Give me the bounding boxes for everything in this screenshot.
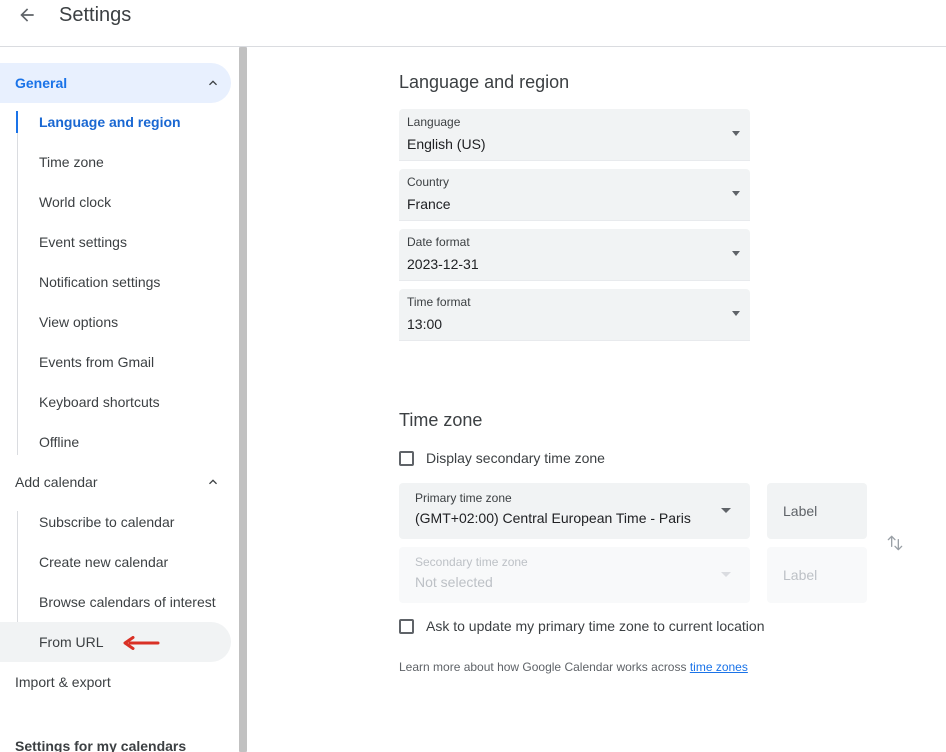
sidebar-item-label: View options — [39, 314, 119, 330]
dropdown-caret-icon — [732, 311, 740, 316]
primary-label-input[interactable]: Label — [767, 483, 867, 539]
field-label: Time format — [407, 295, 471, 309]
field-value: English (US) — [407, 136, 486, 152]
time-zones-link[interactable]: time zones — [690, 660, 748, 674]
sidebar-item-create-new-calendar[interactable]: Create new calendar — [0, 542, 231, 582]
sidebar-item-browse-calendars[interactable]: Browse calendars of interest — [0, 582, 231, 622]
arrow-back-icon — [20, 8, 34, 22]
sidebar-item-label: World clock — [39, 194, 112, 210]
sidebar-item-notification-settings[interactable]: Notification settings — [0, 262, 231, 302]
sidebar-item-event-settings[interactable]: Event settings — [0, 222, 231, 262]
input-placeholder: Label — [783, 503, 818, 519]
dropdown-caret-icon — [732, 251, 740, 256]
language-select[interactable]: Language English (US) — [399, 109, 750, 161]
chevron-up-icon — [209, 479, 217, 485]
sidebar-item-label: Events from Gmail — [39, 354, 155, 370]
red-arrow-annotation-icon — [123, 636, 160, 650]
sidebar-section-general[interactable]: General — [0, 63, 231, 103]
checkbox-label: Ask to update my primary time zone to cu… — [426, 618, 765, 634]
sidebar-section-add-calendar[interactable]: Add calendar — [0, 462, 231, 502]
sidebar-item-keyboard-shortcuts[interactable]: Keyboard shortcuts — [0, 382, 231, 422]
dropdown-caret-icon — [721, 572, 731, 577]
field-label: Language — [407, 115, 461, 129]
sidebar-item-label: Subscribe to calendar — [39, 514, 175, 530]
time-format-select[interactable]: Time format 13:00 — [399, 289, 750, 341]
secondary-time-zone-select: Secondary time zone Not selected — [399, 547, 750, 603]
sidebar-item-label: Language and region — [39, 114, 181, 130]
back-button[interactable] — [14, 2, 40, 28]
sidebar-scrollbar[interactable] — [239, 47, 247, 752]
sidebar-item-label: Time zone — [39, 154, 104, 170]
learn-more-text: Learn more about how Google Calendar wor… — [399, 660, 748, 674]
country-select[interactable]: Country France — [399, 169, 750, 221]
sidebar-section-settings-for-my-calendars: Settings for my calendars — [15, 738, 187, 752]
sidebar-item-from-url[interactable]: From URL — [0, 622, 231, 662]
checkbox-label: Display secondary time zone — [426, 450, 605, 466]
sidebar-item-label: Browse calendars of interest — [39, 594, 216, 610]
display-secondary-time-zone-checkbox[interactable]: Display secondary time zone — [399, 448, 605, 468]
field-label: Secondary time zone — [415, 555, 528, 569]
sidebar-item-events-from-gmail[interactable]: Events from Gmail — [0, 342, 231, 382]
dropdown-caret-icon — [721, 508, 731, 513]
field-value: France — [407, 196, 451, 212]
sidebar-item-label: Create new calendar — [39, 554, 169, 570]
scrollbar-thumb[interactable] — [239, 47, 247, 752]
sidebar-item-language-and-region[interactable]: Language and region — [0, 102, 231, 142]
primary-time-zone-select[interactable]: Primary time zone (GMT+02:00) Central Eu… — [399, 483, 750, 539]
sidebar-item-label: From URL — [39, 634, 104, 650]
date-format-select[interactable]: Date format 2023-12-31 — [399, 229, 750, 281]
learn-more-prefix: Learn more about how Google Calendar wor… — [399, 660, 690, 674]
sidebar-item-time-zone[interactable]: Time zone — [0, 142, 231, 182]
sidebar-item-label: Event settings — [39, 234, 127, 250]
sidebar-item-import-export[interactable]: Import & export — [0, 662, 231, 702]
sidebar-item-offline[interactable]: Offline — [0, 422, 231, 462]
secondary-label-input: Label — [767, 547, 867, 603]
field-value: (GMT+02:00) Central European Time - Pari… — [415, 510, 691, 526]
section-heading-time-zone: Time zone — [399, 410, 483, 430]
swap-vertical-icon — [887, 535, 903, 551]
top-bar: Settings — [0, 0, 946, 47]
checkbox-box[interactable] — [399, 618, 414, 634]
sidebar-item-label: Keyboard shortcuts — [39, 394, 160, 410]
field-value: Not selected — [415, 574, 493, 590]
sidebar-item-view-options[interactable]: View options — [0, 302, 231, 342]
sidebar-item-subscribe-to-calendar[interactable]: Subscribe to calendar — [0, 502, 231, 542]
dropdown-caret-icon — [732, 131, 740, 136]
field-label: Primary time zone — [415, 491, 512, 505]
ask-update-time-zone-checkbox[interactable]: Ask to update my primary time zone to cu… — [399, 616, 764, 636]
input-placeholder: Label — [783, 567, 818, 583]
section-heading-language-region: Language and region — [399, 72, 570, 92]
sidebar-item-label: Import & export — [15, 674, 111, 690]
chevron-up-icon — [209, 80, 217, 86]
settings-sidebar: General Language and region Time zone Wo… — [0, 47, 238, 752]
sidebar-section-label: Add calendar — [15, 474, 98, 490]
sidebar-item-label: Notification settings — [39, 274, 161, 290]
field-value: 13:00 — [407, 316, 443, 332]
sidebar-section-label: General — [15, 75, 68, 91]
dropdown-caret-icon — [732, 191, 740, 196]
sidebar-item-label: Offline — [39, 434, 80, 450]
page-title: Settings — [59, 4, 132, 26]
swap-time-zones-button[interactable] — [883, 531, 907, 555]
field-value: 2023-12-31 — [407, 256, 479, 272]
field-label: Date format — [407, 235, 470, 249]
field-label: Country — [407, 175, 450, 189]
checkbox-box[interactable] — [399, 450, 414, 466]
sidebar-item-world-clock[interactable]: World clock — [0, 182, 231, 222]
